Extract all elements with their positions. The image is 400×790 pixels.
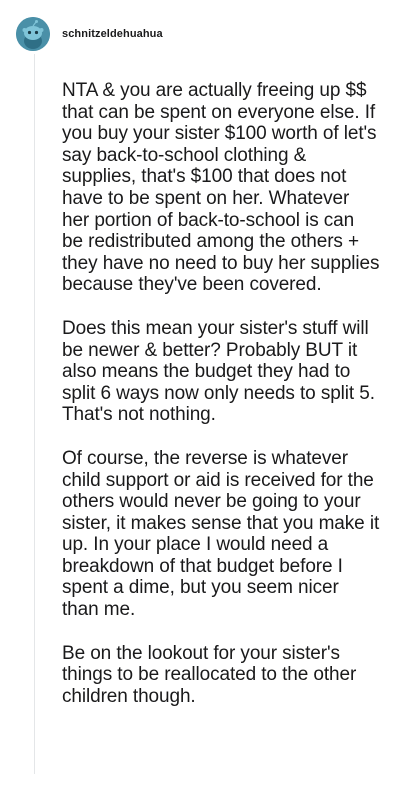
thread-line[interactable] xyxy=(34,54,35,774)
reddit-snoo-avatar-icon xyxy=(16,17,50,51)
comment-paragraph: Of course, the reverse is whatever child… xyxy=(62,447,380,621)
comment-body: NTA & you are actually freeing up $$ tha… xyxy=(62,80,380,729)
comment-paragraph: Does this mean your sister's stuff will … xyxy=(62,317,375,426)
comment-paragraph: Be on the lookout for your sister's thin… xyxy=(62,642,357,707)
comment-card: schnitzeldehuahua NTA & you are actually… xyxy=(0,0,400,790)
comment-paragraph: NTA & you are actually freeing up $$ tha… xyxy=(62,80,380,296)
username[interactable]: schnitzeldehuahua xyxy=(62,28,163,40)
comment-header: schnitzeldehuahua xyxy=(16,14,163,54)
user-avatar[interactable] xyxy=(16,17,50,51)
